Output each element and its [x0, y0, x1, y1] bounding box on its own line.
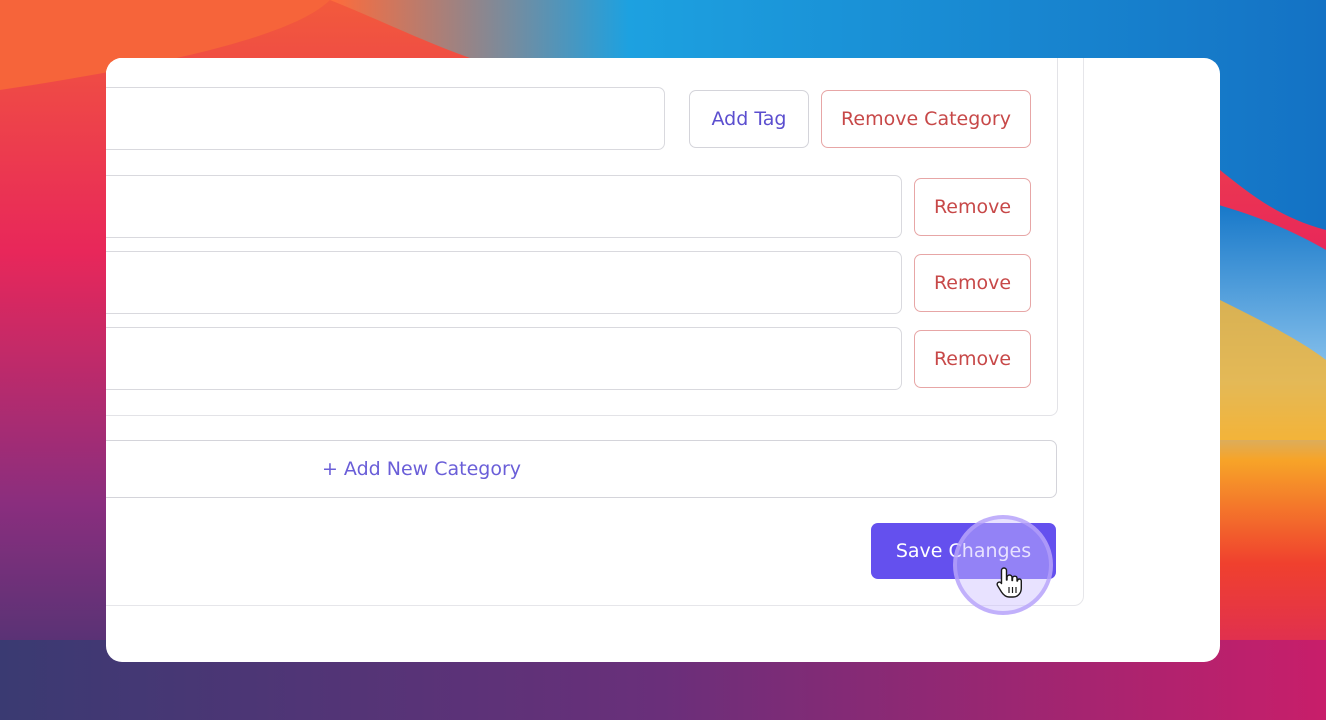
category-name-input[interactable] [106, 87, 665, 150]
remove-tag-button[interactable]: Remove [914, 330, 1031, 388]
remove-tag-button[interactable]: Remove [914, 178, 1031, 236]
settings-card: Add Tag Remove Category Remove Remove Re… [106, 58, 1220, 662]
add-tag-button[interactable]: Add Tag [689, 90, 809, 148]
remove-tag-button[interactable]: Remove [914, 254, 1031, 312]
tag-input[interactable] [106, 175, 902, 238]
remove-category-button[interactable]: Remove Category [821, 90, 1031, 148]
save-changes-button[interactable]: Save Changes [871, 523, 1056, 579]
tag-input[interactable] [106, 327, 902, 390]
tag-input[interactable] [106, 251, 902, 314]
add-new-category-button[interactable]: + Add New Category [106, 440, 1057, 498]
